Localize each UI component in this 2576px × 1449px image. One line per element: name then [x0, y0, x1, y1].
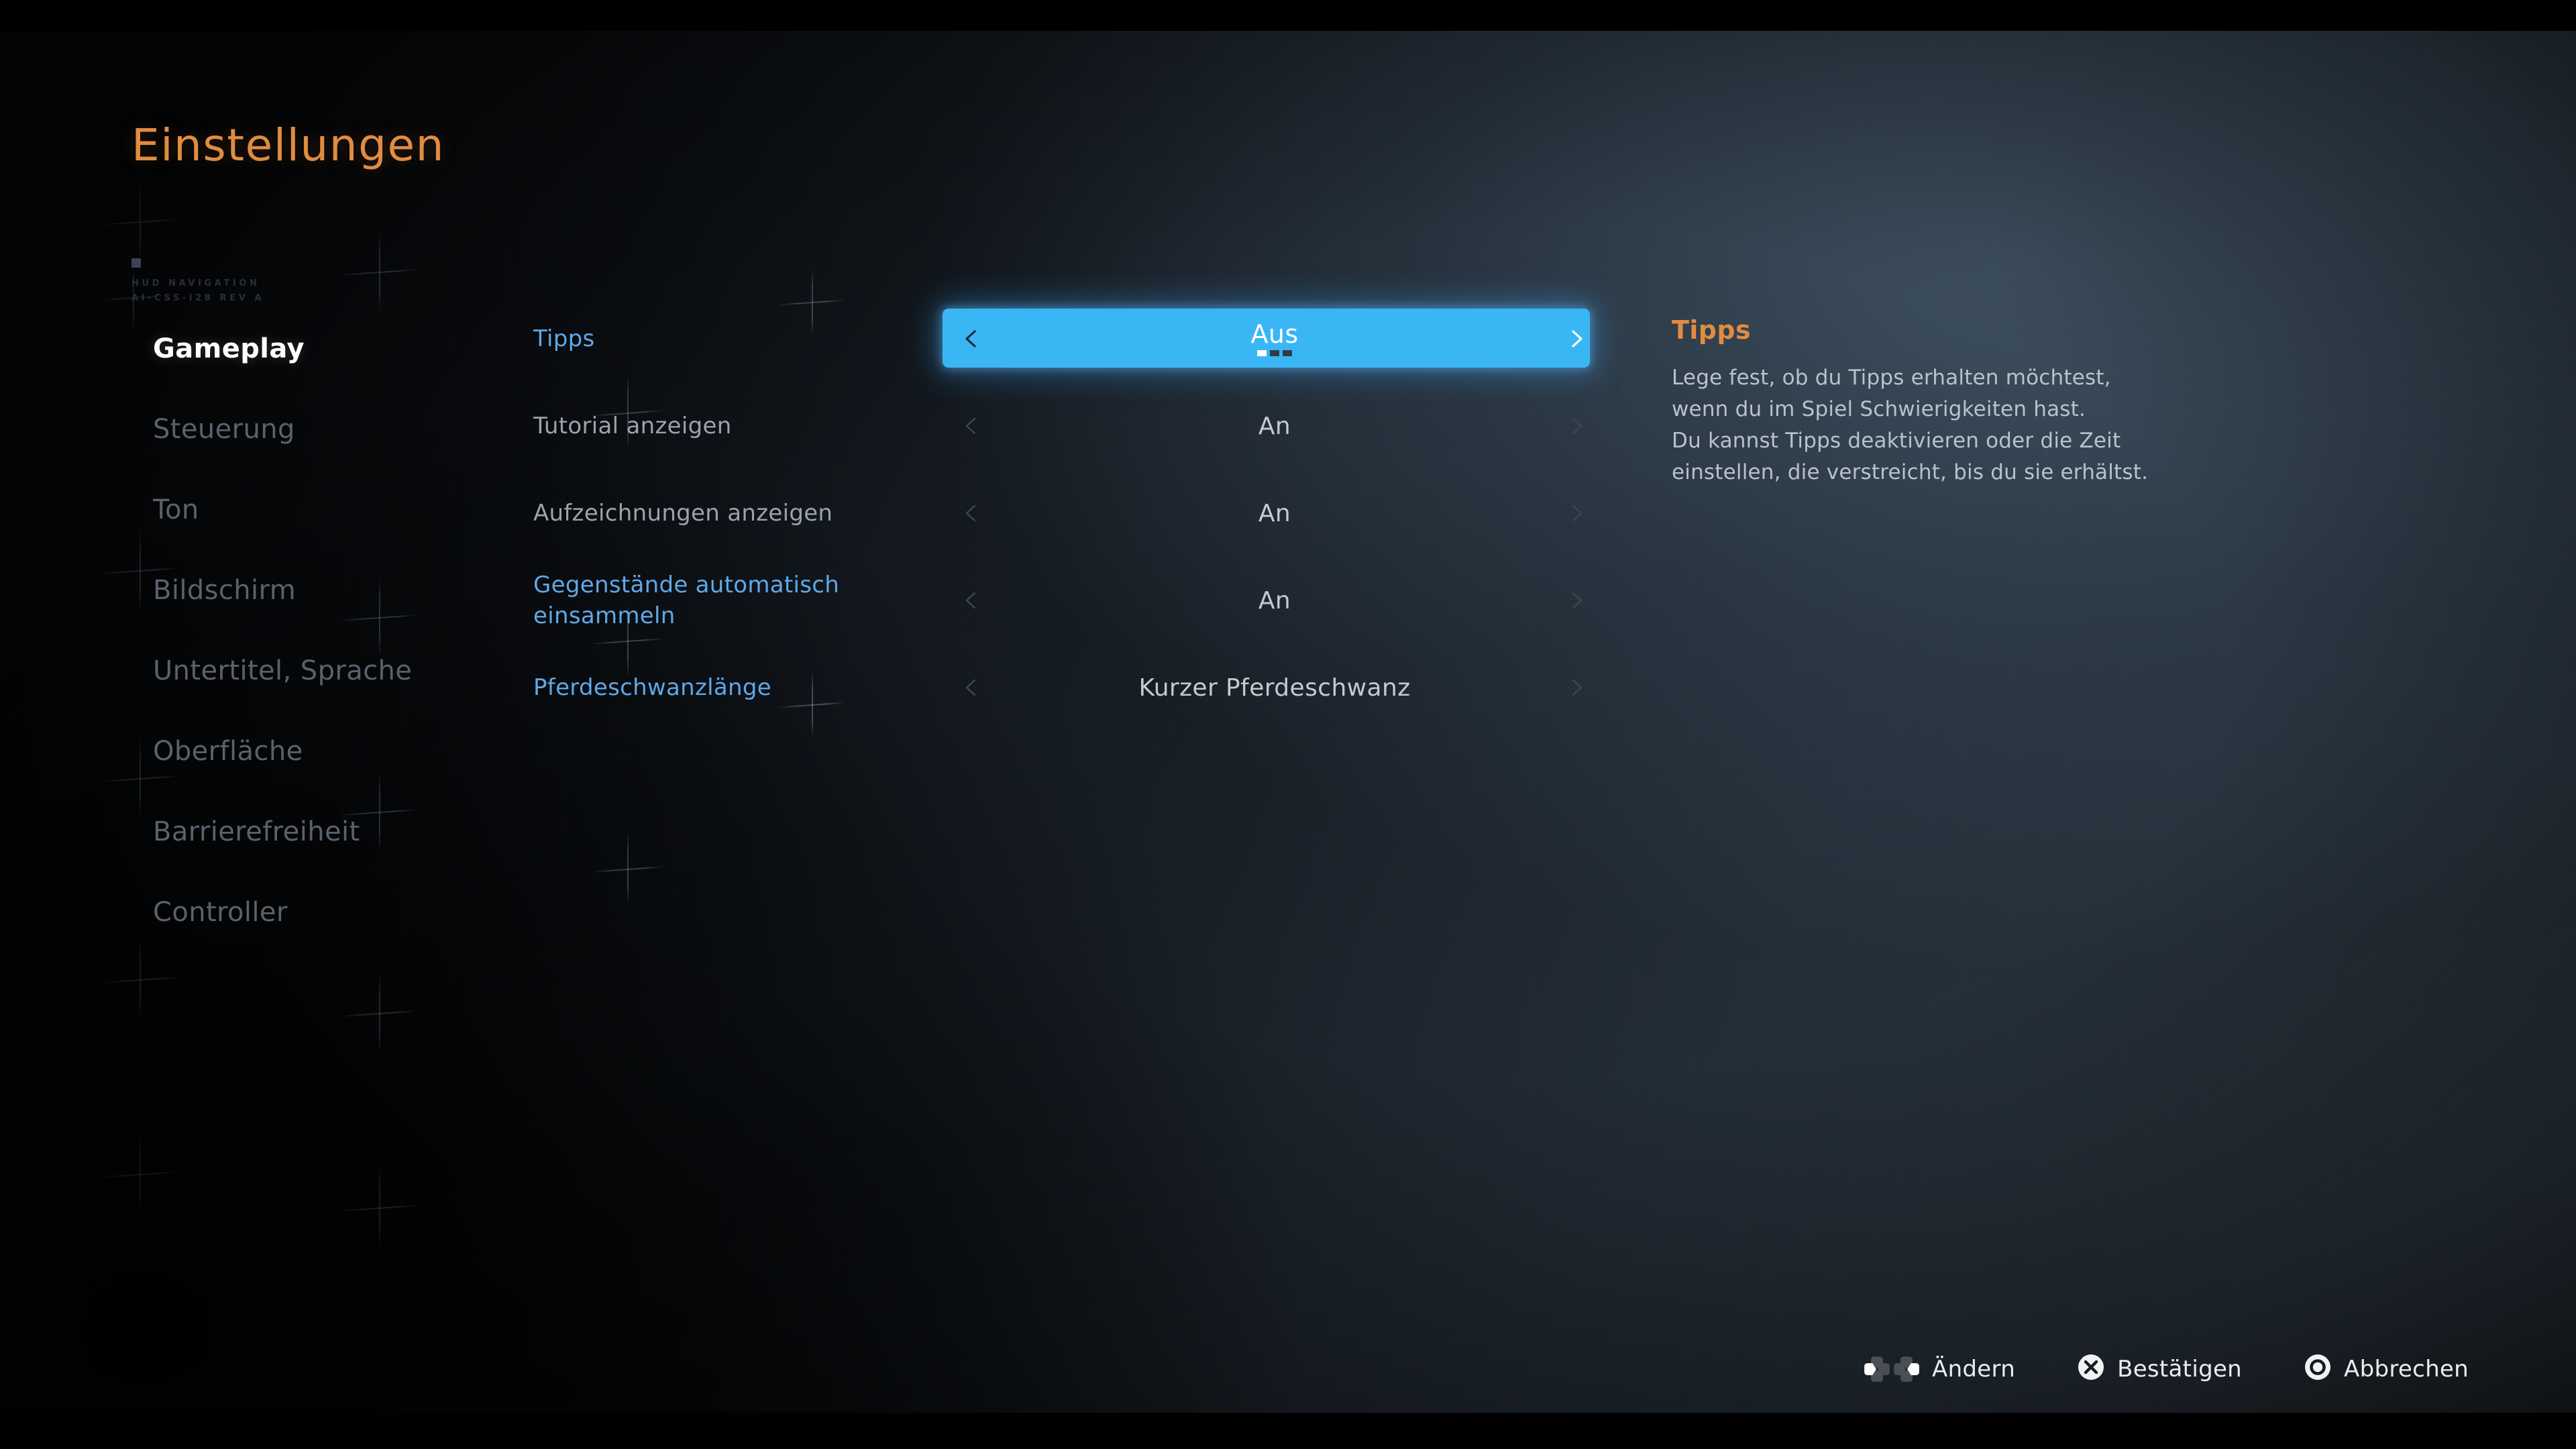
sidebar-item-oberfl-che[interactable]: Oberfläche — [0, 711, 429, 792]
page-title: Einstellungen — [131, 119, 445, 171]
sidebar-item-label: Untertitel, Sprache — [153, 655, 413, 686]
setting-value: An — [1258, 412, 1291, 440]
setting-value-selector[interactable]: An — [949, 488, 1600, 539]
crosshair-mark — [339, 231, 419, 312]
crosshair-mark — [339, 1167, 419, 1248]
sidebar-item-steuerung[interactable]: Steuerung — [0, 389, 429, 470]
description-panel: Tipps Lege fest, ob du Tipps erhalten mö… — [1672, 315, 2289, 488]
sidebar-item-controller[interactable]: Controller — [0, 872, 429, 953]
prompt-label: Bestätigen — [2117, 1355, 2243, 1383]
chevron-left-icon[interactable] — [956, 411, 987, 441]
setting-value: An — [1258, 586, 1291, 614]
sidebar-item-gameplay[interactable]: Gameplay — [0, 309, 429, 389]
sidebar-item-untertitel-sprache[interactable]: Untertitel, Sprache — [0, 631, 429, 711]
prompt-label: Ändern — [1932, 1355, 2016, 1383]
step-dot — [1283, 350, 1292, 356]
prompt-label: Abbrechen — [2344, 1355, 2469, 1383]
setting-value: An — [1258, 499, 1291, 527]
crosshair-mark — [590, 832, 664, 906]
prompt-abbrechen[interactable]: Abbrechen — [2304, 1353, 2469, 1385]
sidebar-item-label: Oberfläche — [153, 736, 303, 767]
setting-row[interactable]: Aufzeichnungen anzeigen An — [533, 470, 1600, 557]
sidebar-item-barrierefreiheit[interactable]: Barrierefreiheit — [0, 792, 429, 872]
tech-stamp-text: HUD NAVIGATION AI-CSS-I28 REV A — [131, 278, 265, 303]
tech-stamp-square — [131, 258, 141, 268]
setting-label: Aufzeichnungen anzeigen — [533, 500, 833, 527]
sidebar-item-label: Ton — [153, 494, 199, 525]
setting-row[interactable]: Tipps Aus — [533, 295, 1600, 382]
step-dot — [1257, 350, 1267, 356]
setting-row[interactable]: Gegenstände automatisch einsammeln An — [533, 557, 1600, 644]
chevron-right-icon[interactable] — [1562, 323, 1593, 354]
crosshair-mark — [99, 1134, 180, 1214]
letterbox-bottom — [0, 1413, 2576, 1449]
setting-value: Kurzer Pferdeschwanz — [1138, 674, 1411, 702]
settings-screen: Einstellungen HUD NAVIGATION AI-CSS-I28 … — [0, 0, 2576, 1449]
crosshair-mark — [99, 181, 180, 262]
setting-label: Tutorial anzeigen — [533, 413, 732, 439]
sidebar-item-label: Steuerung — [153, 414, 295, 445]
button-prompt-bar[interactable]: Ändern Bestätigen Abbrechen — [1864, 1353, 2469, 1385]
setting-label: Pferdeschwanzlänge — [533, 674, 771, 701]
sidebar-item-label: Gameplay — [153, 333, 305, 364]
chevron-right-icon[interactable] — [1562, 498, 1593, 529]
setting-value-selector[interactable]: Kurzer Pferdeschwanz — [949, 662, 1600, 713]
sidebar-item-ton[interactable]: Ton — [0, 470, 429, 550]
setting-value-selector[interactable]: Aus — [949, 313, 1600, 364]
description-title: Tipps — [1672, 315, 1751, 345]
crosshair-mark — [339, 973, 419, 1053]
setting-value-selector[interactable]: An — [949, 400, 1600, 451]
setting-value-selector[interactable]: An — [949, 575, 1600, 626]
chevron-right-icon[interactable] — [1562, 585, 1593, 616]
dpad-left-right-icon — [1864, 1356, 1920, 1383]
setting-label: Gegenstände automatisch einsammeln — [533, 572, 840, 629]
circle-button-icon — [2304, 1353, 2332, 1385]
chevron-right-icon[interactable] — [1562, 672, 1593, 703]
step-dot — [1270, 350, 1279, 356]
chevron-left-icon[interactable] — [956, 498, 987, 529]
chevron-left-icon[interactable] — [956, 672, 987, 703]
chevron-left-icon[interactable] — [956, 585, 987, 616]
chevron-left-icon[interactable] — [956, 323, 987, 354]
setting-row[interactable]: Pferdeschwanzlänge Kurzer Pferdeschwanz — [533, 644, 1600, 731]
value-step-indicator — [1257, 350, 1292, 356]
setting-row[interactable]: Tutorial anzeigen An — [533, 382, 1600, 470]
prompt--ndern[interactable]: Ändern — [1864, 1356, 2015, 1383]
sidebar-item-bildschirm[interactable]: Bildschirm — [0, 550, 429, 631]
sidebar-item-label: Barrierefreiheit — [153, 816, 360, 847]
prompt-best-tigen[interactable]: Bestätigen — [2077, 1353, 2242, 1385]
chevron-right-icon[interactable] — [1562, 411, 1593, 441]
setting-label: Tipps — [533, 325, 595, 352]
setting-value: Aus — [1250, 319, 1299, 349]
cross-button-icon — [2077, 1353, 2105, 1385]
description-body: Lege fest, ob du Tipps erhalten möchtest… — [1672, 366, 2149, 484]
settings-category-nav[interactable]: Gameplay Steuerung Ton Bildschirm Untertitel… — [0, 309, 429, 953]
settings-list[interactable]: Tipps Aus Tutorial anzeigen An Aufzeichnunge… — [533, 295, 1600, 731]
sidebar-item-label: Controller — [153, 897, 288, 928]
sidebar-item-label: Bildschirm — [153, 575, 297, 606]
letterbox-top — [0, 0, 2576, 31]
